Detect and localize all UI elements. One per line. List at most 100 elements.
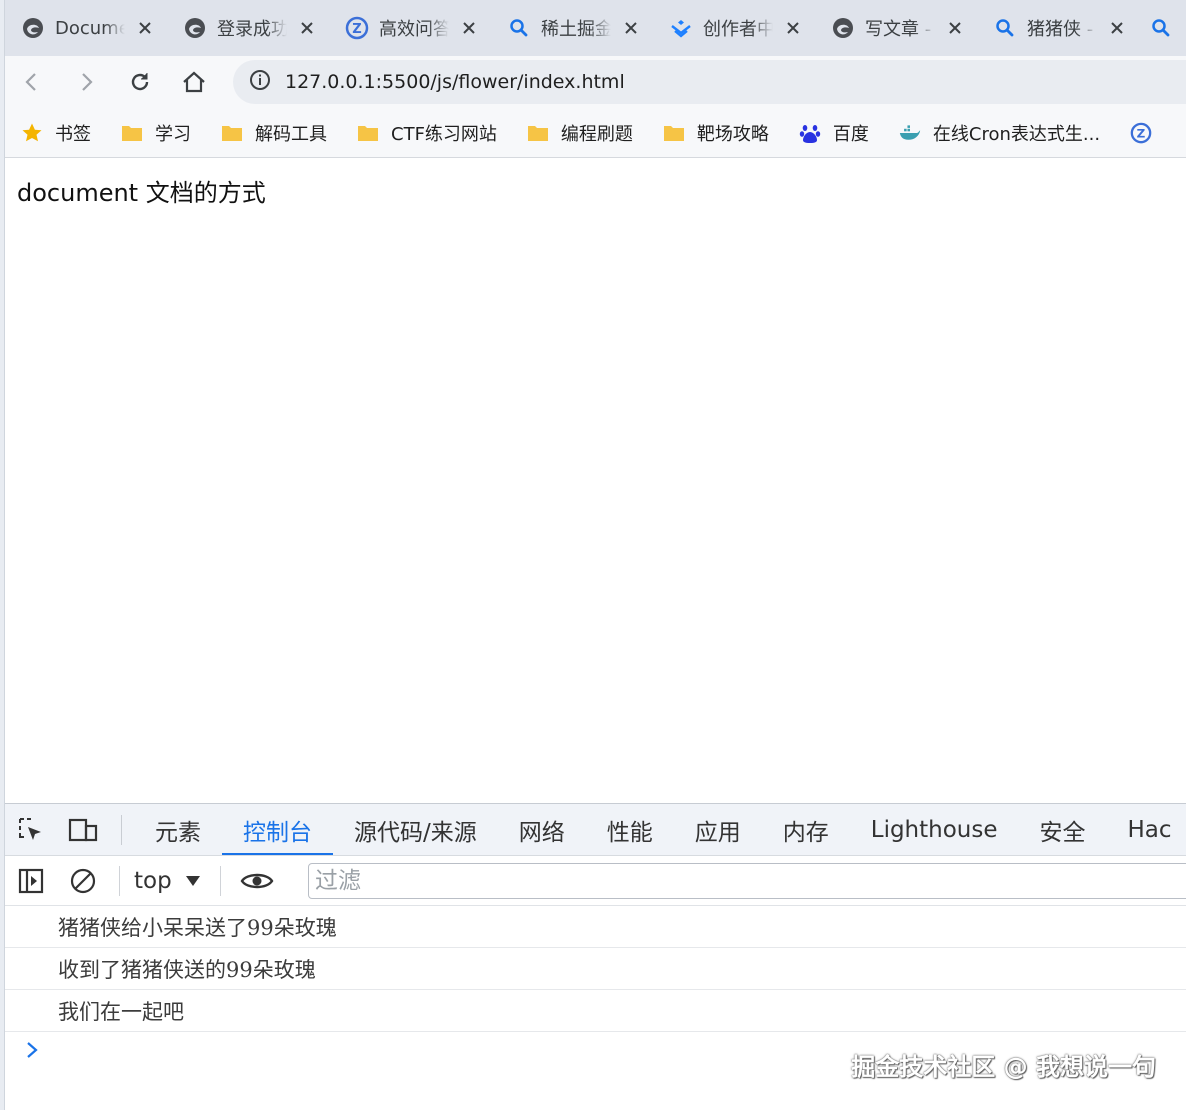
- url-text[interactable]: 127.0.0.1:5500/js/flower/index.html: [285, 71, 625, 93]
- folder-icon: [121, 122, 143, 144]
- tab-lighthouse[interactable]: Lighthouse: [850, 804, 1019, 855]
- tab-elements[interactable]: 元素: [134, 804, 222, 855]
- tab-memory[interactable]: 内存: [762, 804, 850, 855]
- juejin-logo-icon: [669, 16, 693, 40]
- forward-button[interactable]: [59, 56, 113, 108]
- browser-window: Document 登录成功 Z 高效问答 稀土掘金: [0, 0, 1186, 1110]
- back-button[interactable]: [5, 56, 59, 108]
- bookmark-overflow[interactable]: Z: [1130, 122, 1182, 144]
- console-message: 收到了猪猪侠送的99朵玫瑰: [5, 948, 1186, 990]
- chevron-right-icon: [82, 73, 93, 91]
- bookmarks-bar: 书签 学习 解码工具 CTF练习网站 编程刷题 靶场攻略 百度 在线Cron表达…: [5, 108, 1186, 158]
- address-bar[interactable]: 127.0.0.1:5500/js/flower/index.html: [233, 60, 1186, 104]
- tab-juejin[interactable]: 稀土掘金: [491, 0, 653, 56]
- tab-title: 稀土掘金: [541, 19, 611, 40]
- svg-text:Z: Z: [352, 22, 361, 37]
- caret-down-icon: [185, 875, 200, 886]
- toolbar-divider: [219, 865, 221, 896]
- close-icon[interactable]: [135, 18, 155, 38]
- bookmark-ctf-sites[interactable]: CTF练习网站: [357, 120, 527, 146]
- qa-logo-icon: Z: [1130, 122, 1152, 144]
- home-icon: [183, 71, 205, 93]
- sidebar-toggle-icon[interactable]: [5, 856, 57, 906]
- bookmark-label: 学习: [155, 123, 191, 145]
- tab-application[interactable]: 应用: [674, 804, 762, 855]
- tab-sources[interactable]: 源代码/来源: [333, 804, 498, 855]
- tab-search-zhuzhuxia[interactable]: 猪猪侠 - 搜索: [977, 0, 1139, 56]
- edge-icon: [831, 16, 855, 40]
- bookmark-label: 书签: [55, 123, 91, 145]
- home-button[interactable]: [167, 56, 221, 108]
- console-message: 我们在一起吧: [5, 990, 1186, 1032]
- page-viewport: document 文档的方式: [5, 159, 1186, 803]
- console-message: 猪猪侠给小呆呆送了99朵玫瑰: [5, 906, 1186, 948]
- tab-hackbar[interactable]: Hac: [1107, 804, 1186, 855]
- tab-title: 创作者中心: [703, 19, 773, 40]
- star-icon: [21, 122, 43, 144]
- bookmark-study[interactable]: 学习: [121, 120, 221, 146]
- bookmark-label: 在线Cron表达式生...: [932, 123, 1101, 145]
- close-icon[interactable]: [459, 18, 479, 38]
- tab-title: 写文章 - 稀土掘金: [865, 19, 935, 40]
- browser-toolbar: 127.0.0.1:5500/js/flower/index.html: [5, 56, 1186, 108]
- close-icon[interactable]: [945, 18, 965, 38]
- context-selector[interactable]: top: [130, 856, 210, 906]
- search-icon: [1149, 16, 1173, 40]
- filter-input[interactable]: [315, 868, 1186, 894]
- bookmark-decode-tools[interactable]: 解码工具: [221, 120, 357, 146]
- tab-document[interactable]: Document: [5, 0, 167, 56]
- console-filter[interactable]: [308, 863, 1186, 899]
- devtools-tab-bar: 元素 控制台 源代码/来源 网络 性能 应用 内存 Lighthouse 安全 …: [5, 804, 1186, 856]
- tab-performance[interactable]: 性能: [586, 804, 674, 855]
- bookmark-coding-practice[interactable]: 编程刷题: [527, 120, 663, 146]
- reload-icon: [131, 73, 149, 91]
- baidu-paw-icon: [799, 122, 821, 144]
- page-heading: document 文档的方式: [17, 179, 266, 207]
- bookmark-bookmarks[interactable]: 书签: [21, 120, 121, 146]
- bookmark-cron-generator[interactable]: 在线Cron表达式生...: [899, 120, 1130, 146]
- tab-write-article[interactable]: 写文章 - 稀土掘金: [815, 0, 977, 56]
- folder-icon: [527, 122, 549, 144]
- tab-title: Document: [55, 17, 125, 39]
- search-icon: [507, 16, 531, 40]
- close-icon[interactable]: [297, 18, 317, 38]
- bookmark-label: 解码工具: [255, 123, 327, 145]
- tab-overflow[interactable]: [1139, 0, 1179, 56]
- folder-icon: [221, 122, 243, 144]
- toolbar-divider: [121, 814, 122, 845]
- bookmark-label: 编程刷题: [560, 123, 633, 145]
- tab-security[interactable]: 安全: [1019, 804, 1107, 855]
- console-toolbar: top: [5, 856, 1186, 906]
- eye-icon: [240, 873, 274, 888]
- device-toolbar-icon[interactable]: [57, 804, 109, 855]
- watermark: 掘金技术社区 @ 我想说一句: [851, 1053, 1156, 1081]
- svg-text:Z: Z: [1137, 126, 1146, 140]
- tab-creator-center[interactable]: 创作者中心: [653, 0, 815, 56]
- chevron-right-icon: [27, 1042, 38, 1058]
- site-info-icon[interactable]: [249, 69, 271, 95]
- tab-console[interactable]: 控制台: [222, 804, 333, 855]
- qa-logo-icon: Z: [345, 16, 369, 40]
- live-expression-button[interactable]: [231, 856, 283, 906]
- bookmark-label: 靶场攻略: [696, 123, 769, 145]
- close-icon[interactable]: [621, 18, 641, 38]
- tab-title: 猪猪侠 - 搜索: [1027, 19, 1097, 40]
- folder-icon: [663, 122, 685, 144]
- bookmark-range-guides[interactable]: 靶场攻略: [663, 120, 799, 146]
- edge-icon: [183, 16, 207, 40]
- tab-qa[interactable]: Z 高效问答: [329, 0, 491, 56]
- inspect-element-icon[interactable]: [5, 804, 57, 855]
- tab-network[interactable]: 网络: [498, 804, 586, 855]
- tab-title: 登录成功: [217, 19, 287, 40]
- close-icon[interactable]: [783, 18, 803, 38]
- devtools-panel: 元素 控制台 源代码/来源 网络 性能 应用 内存 Lighthouse 安全 …: [5, 803, 1186, 1110]
- clear-console-icon[interactable]: [57, 856, 109, 906]
- toolbar-divider: [119, 865, 120, 896]
- reload-button[interactable]: [113, 56, 167, 108]
- tab-login-success[interactable]: 登录成功: [167, 0, 329, 56]
- bookmark-baidu[interactable]: 百度: [799, 120, 899, 146]
- docker-whale-icon: [899, 122, 921, 144]
- left-edge-strip: [0, 0, 5, 1110]
- close-icon[interactable]: [1107, 18, 1127, 38]
- folder-icon: [357, 122, 379, 144]
